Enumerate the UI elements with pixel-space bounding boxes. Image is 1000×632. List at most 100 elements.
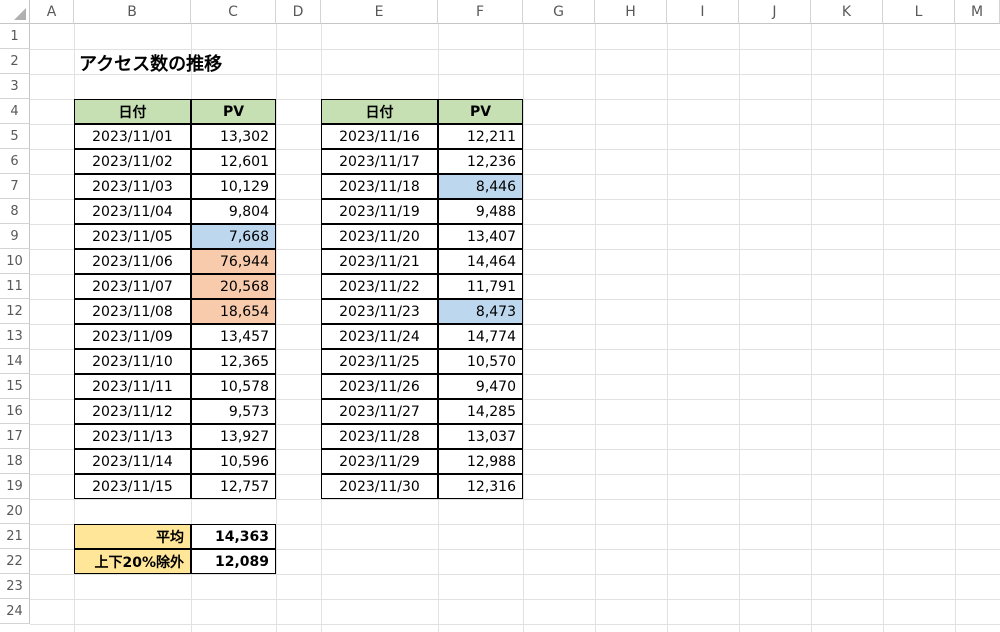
table2-date-cell[interactable]: 2023/11/23 — [321, 299, 438, 324]
table1-pv-cell[interactable]: 10,596 — [191, 449, 276, 474]
table1-pv-cell[interactable]: 18,654 — [191, 299, 276, 324]
column-header-m[interactable]: M — [955, 0, 1000, 24]
table1-date-cell[interactable]: 2023/11/02 — [74, 149, 191, 174]
row-header-2[interactable]: 2 — [0, 49, 30, 74]
table2-date-cell[interactable]: 2023/11/22 — [321, 274, 438, 299]
table2-pv-cell[interactable]: 12,316 — [438, 474, 523, 499]
trimmed-average-label[interactable]: 上下20%除外 — [74, 549, 191, 574]
column-header-l[interactable]: L — [883, 0, 955, 24]
row-header-22[interactable]: 22 — [0, 549, 30, 574]
table2-pv-cell[interactable]: 12,236 — [438, 149, 523, 174]
table1-pv-cell[interactable]: 20,568 — [191, 274, 276, 299]
table1-date-cell[interactable]: 2023/11/01 — [74, 124, 191, 149]
row-header-12[interactable]: 12 — [0, 299, 30, 324]
row-header-7[interactable]: 7 — [0, 174, 30, 199]
table2-pv-cell[interactable]: 14,285 — [438, 399, 523, 424]
table2-date-cell[interactable]: 2023/11/26 — [321, 374, 438, 399]
table2-pv-cell[interactable]: 10,570 — [438, 349, 523, 374]
column-header-f[interactable]: F — [438, 0, 523, 24]
column-header-b[interactable]: B — [74, 0, 191, 24]
row-header-15[interactable]: 15 — [0, 374, 30, 399]
table1-pv-cell[interactable]: 10,578 — [191, 374, 276, 399]
table2-pv-cell[interactable]: 11,791 — [438, 274, 523, 299]
table1-pv-cell[interactable]: 9,804 — [191, 199, 276, 224]
table2-date-cell[interactable]: 2023/11/29 — [321, 449, 438, 474]
row-header-4[interactable]: 4 — [0, 99, 30, 124]
table1-pv-cell[interactable]: 12,365 — [191, 349, 276, 374]
table1-date-cell[interactable]: 2023/11/07 — [74, 274, 191, 299]
table1-pv-cell[interactable]: 10,129 — [191, 174, 276, 199]
table2-header-date[interactable]: 日付 — [321, 99, 438, 124]
column-header-e[interactable]: E — [321, 0, 438, 24]
table1-date-cell[interactable]: 2023/11/03 — [74, 174, 191, 199]
table2-date-cell[interactable]: 2023/11/19 — [321, 199, 438, 224]
table2-date-cell[interactable]: 2023/11/21 — [321, 249, 438, 274]
table1-pv-cell[interactable]: 9,573 — [191, 399, 276, 424]
column-header-k[interactable]: K — [811, 0, 883, 24]
column-header-h[interactable]: H — [595, 0, 667, 24]
sheet-title[interactable]: アクセス数の推移 — [75, 50, 277, 75]
column-header-d[interactable]: D — [276, 0, 321, 24]
average-label[interactable]: 平均 — [74, 524, 191, 549]
table1-header-pv[interactable]: PV — [191, 99, 276, 124]
table2-date-cell[interactable]: 2023/11/20 — [321, 224, 438, 249]
row-header-21[interactable]: 21 — [0, 524, 30, 549]
column-header-j[interactable]: J — [739, 0, 811, 24]
table1-date-cell[interactable]: 2023/11/11 — [74, 374, 191, 399]
table2-pv-cell[interactable]: 14,464 — [438, 249, 523, 274]
row-header-16[interactable]: 16 — [0, 399, 30, 424]
spreadsheet-grid[interactable]: ABCDEFGHIJKLM 1 2 3 4 5 6 7 8 9 10 11 12 13 14 15 16 17 1… — [0, 0, 1000, 632]
trimmed-average-value[interactable]: 12,089 — [191, 549, 276, 574]
table1-date-cell[interactable]: 2023/11/12 — [74, 399, 191, 424]
table1-header-date[interactable]: 日付 — [74, 99, 191, 124]
table1-date-cell[interactable]: 2023/11/15 — [74, 474, 191, 499]
row-header-5[interactable]: 5 — [0, 124, 30, 149]
table1-date-cell[interactable]: 2023/11/14 — [74, 449, 191, 474]
table2-pv-cell[interactable]: 12,988 — [438, 449, 523, 474]
row-header-3[interactable]: 3 — [0, 74, 30, 99]
row-header-11[interactable]: 11 — [0, 274, 30, 299]
table2-date-cell[interactable]: 2023/11/17 — [321, 149, 438, 174]
table1-date-cell[interactable]: 2023/11/08 — [74, 299, 191, 324]
row-header-23[interactable]: 23 — [0, 574, 30, 599]
table2-pv-cell[interactable]: 8,446 — [438, 174, 523, 199]
table1-pv-cell[interactable]: 13,457 — [191, 324, 276, 349]
table2-pv-cell[interactable]: 14,774 — [438, 324, 523, 349]
table2-pv-cell[interactable]: 13,407 — [438, 224, 523, 249]
row-header-8[interactable]: 8 — [0, 199, 30, 224]
column-header-i[interactable]: I — [667, 0, 739, 24]
row-header-10[interactable]: 10 — [0, 249, 30, 274]
table1-pv-cell[interactable]: 12,757 — [191, 474, 276, 499]
table1-pv-cell[interactable]: 13,302 — [191, 124, 276, 149]
table1-date-cell[interactable]: 2023/11/04 — [74, 199, 191, 224]
table1-pv-cell[interactable]: 76,944 — [191, 249, 276, 274]
row-header-18[interactable]: 18 — [0, 449, 30, 474]
column-header-c[interactable]: C — [191, 0, 276, 24]
row-header-9[interactable]: 9 — [0, 224, 30, 249]
table2-date-cell[interactable]: 2023/11/24 — [321, 324, 438, 349]
table2-date-cell[interactable]: 2023/11/18 — [321, 174, 438, 199]
table2-pv-cell[interactable]: 12,211 — [438, 124, 523, 149]
table1-pv-cell[interactable]: 7,668 — [191, 224, 276, 249]
table2-date-cell[interactable]: 2023/11/25 — [321, 349, 438, 374]
table1-pv-cell[interactable]: 12,601 — [191, 149, 276, 174]
table1-date-cell[interactable]: 2023/11/13 — [74, 424, 191, 449]
row-header-20[interactable]: 20 — [0, 499, 30, 524]
table1-date-cell[interactable]: 2023/11/10 — [74, 349, 191, 374]
row-header-24[interactable]: 24 — [0, 599, 30, 624]
select-all-corner[interactable] — [0, 0, 30, 24]
column-header-a[interactable]: A — [30, 0, 74, 24]
table2-date-cell[interactable]: 2023/11/30 — [321, 474, 438, 499]
table2-date-cell[interactable]: 2023/11/28 — [321, 424, 438, 449]
table1-date-cell[interactable]: 2023/11/05 — [74, 224, 191, 249]
row-header-13[interactable]: 13 — [0, 324, 30, 349]
row-header-17[interactable]: 17 — [0, 424, 30, 449]
row-header-1[interactable]: 1 — [0, 24, 30, 49]
table1-pv-cell[interactable]: 13,927 — [191, 424, 276, 449]
table1-date-cell[interactable]: 2023/11/06 — [74, 249, 191, 274]
table2-header-pv[interactable]: PV — [438, 99, 523, 124]
row-header-14[interactable]: 14 — [0, 349, 30, 374]
average-value[interactable]: 14,363 — [191, 524, 276, 549]
table2-date-cell[interactable]: 2023/11/27 — [321, 399, 438, 424]
table1-date-cell[interactable]: 2023/11/09 — [74, 324, 191, 349]
